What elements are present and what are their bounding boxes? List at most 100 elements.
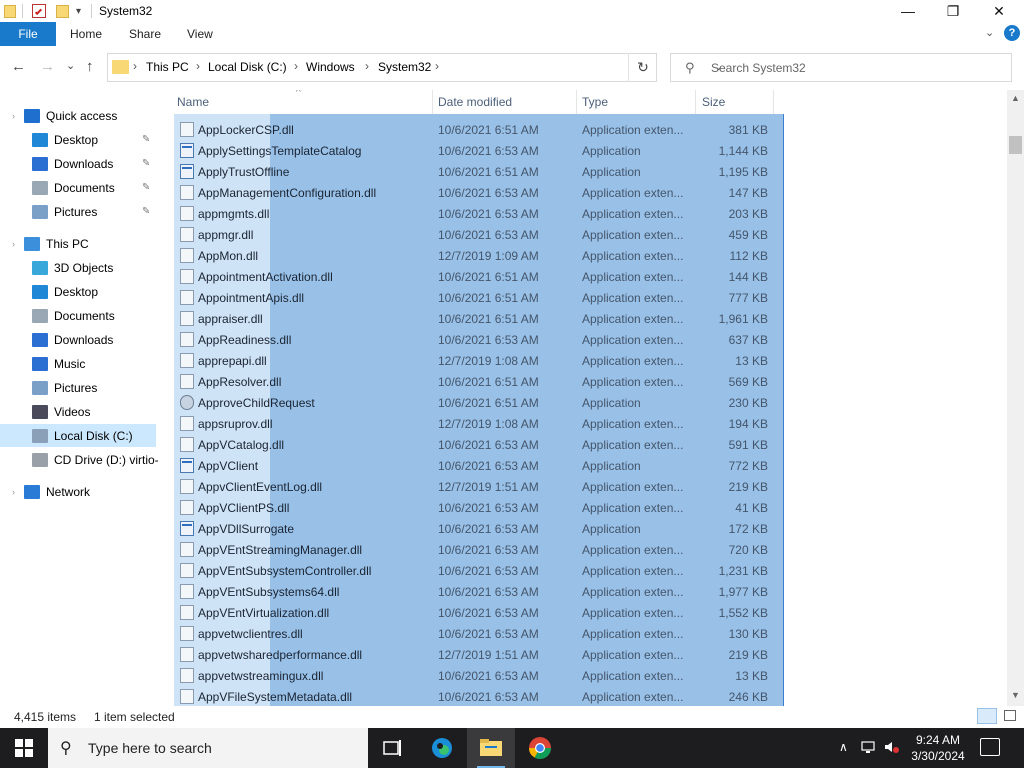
expand-chevron-icon[interactable]: › [12, 487, 15, 497]
file-date-modified: 10/6/2021 6:53 AM [438, 438, 539, 452]
scroll-down-arrow-icon[interactable]: ▼ [1011, 690, 1020, 700]
file-row[interactable]: AppLockerCSP.dll 10/6/2021 6:51 AM Applica… [174, 119, 774, 140]
file-row[interactable]: AppManagementConfiguration.dll 10/6/2021 … [174, 182, 774, 203]
address-bar[interactable]: › This PC › Local Disk (C:) › Windows › … [107, 53, 723, 82]
back-arrow-icon[interactable]: ← [11, 58, 26, 75]
nav-item-downloads[interactable]: Downloads ✎ [0, 152, 170, 175]
file-row[interactable]: apprepapi.dll 12/7/2019 1:08 AM Applicatio… [174, 350, 774, 371]
edge-icon[interactable] [418, 728, 466, 768]
column-header-date-modified[interactable]: Date modified [438, 95, 512, 109]
breadcrumb-local-disk[interactable]: Local Disk (C:) [208, 60, 287, 74]
file-date-modified: 10/6/2021 6:51 AM [438, 312, 539, 326]
file-row[interactable]: AppVEntSubsystemController.dll 10/6/2021 … [174, 560, 774, 581]
breadcrumb-system32[interactable]: System32 [378, 60, 431, 74]
file-row[interactable]: ApproveChildRequest 10/6/2021 6:51 AM Appl… [174, 392, 774, 413]
tab-share[interactable]: Share [129, 27, 161, 41]
column-header-type[interactable]: Type [582, 95, 608, 109]
nav-item-network[interactable]: › Network [0, 480, 170, 503]
taskbar-clock[interactable]: 9:24 AM 3/30/2024 [900, 732, 976, 764]
file-row[interactable]: ApplyTrustOffline 10/6/2021 6:51 AM Applic… [174, 161, 774, 182]
maximize-button[interactable]: ❐ [930, 0, 976, 22]
file-row[interactable]: AppVClient 10/6/2021 6:53 AM Application 77… [174, 455, 774, 476]
file-row[interactable]: appvetwclientres.dll 10/6/2021 6:53 AM App… [174, 623, 774, 644]
tab-view[interactable]: View [187, 27, 213, 41]
action-center-icon[interactable] [980, 738, 1000, 756]
taskbar-search-box[interactable]: ⚲ Type here to search [48, 728, 368, 768]
forward-arrow-icon[interactable]: → [40, 58, 55, 75]
scroll-up-arrow-icon[interactable]: ▲ [1011, 93, 1020, 103]
nav-item-desktop[interactable]: Desktop ✎ [0, 128, 170, 151]
file-row[interactable]: AppVEntVirtualization.dll 10/6/2021 6:53 … [174, 602, 774, 623]
expand-chevron-icon[interactable]: › [12, 239, 15, 249]
file-row[interactable]: AppVEntStreamingManager.dll 10/6/2021 6:5… [174, 539, 774, 560]
customize-quick-access-icon[interactable]: ▾ [76, 3, 81, 19]
show-hidden-icons-chevron-icon[interactable]: ∧ [839, 740, 848, 754]
file-row[interactable]: AppVEntSubsystems64.dll 10/6/2021 6:53 AM… [174, 581, 774, 602]
file-explorer-icon[interactable] [467, 728, 515, 768]
file-row[interactable]: AppResolver.dll 10/6/2021 6:51 AM Applicat… [174, 371, 774, 392]
network-status-icon[interactable] [861, 740, 877, 757]
file-row[interactable]: AppReadiness.dll 10/6/2021 6:53 AM Applica… [174, 329, 774, 350]
navigation-pane: › Quick access Desktop ✎ Downloads ✎ Documents… [0, 96, 170, 706]
nav-item-local-disk-c[interactable]: Local Disk (C:) [0, 424, 156, 447]
file-row[interactable]: appsruprov.dll 12/7/2019 1:08 AM Applicati… [174, 413, 774, 434]
clock-date: 3/30/2024 [911, 749, 965, 763]
file-row[interactable]: AppVFileSystemMetadata.dll 10/6/2021 6:53… [174, 686, 774, 706]
tab-file[interactable]: File [0, 22, 56, 46]
file-row[interactable]: AppointmentApis.dll 10/6/2021 6:51 AM Appl… [174, 287, 774, 308]
file-row[interactable]: AppMon.dll 12/7/2019 1:09 AM Application e… [174, 245, 774, 266]
recent-locations-chevron-icon[interactable]: ⌄ [66, 59, 75, 72]
nav-item-music[interactable]: Music [0, 352, 170, 375]
expand-ribbon-chevron-icon[interactable]: ⌄ [985, 26, 994, 39]
nav-item-cd-drive-d-virtio[interactable]: CD Drive (D:) virtio- [0, 448, 170, 471]
nav-item-documents[interactable]: Documents [0, 304, 170, 327]
nav-item-3d-objects[interactable]: 3D Objects [0, 256, 170, 279]
nav-item-desktop[interactable]: Desktop [0, 280, 170, 303]
file-row[interactable]: AppVDllSurrogate 10/6/2021 6:53 AM Applica… [174, 518, 774, 539]
new-folder-icon[interactable] [56, 3, 69, 19]
file-row[interactable]: appmgr.dll 10/6/2021 6:53 AM Application e… [174, 224, 774, 245]
scrollbar-thumb[interactable] [1009, 136, 1022, 154]
nav-item-pictures[interactable]: Pictures ✎ [0, 200, 170, 223]
tab-home[interactable]: Home [70, 27, 102, 41]
file-row[interactable]: appvetwstreamingux.dll 10/6/2021 6:53 AM A… [174, 665, 774, 686]
expand-chevron-icon[interactable]: › [12, 111, 15, 121]
minimize-button[interactable]: — [885, 0, 931, 22]
file-date-modified: 12/7/2019 1:08 AM [438, 354, 539, 368]
nav-item-downloads[interactable]: Downloads [0, 328, 170, 351]
nav-item-pictures[interactable]: Pictures [0, 376, 170, 399]
file-row[interactable]: appvetwsharedperformance.dll 12/7/2019 1:… [174, 644, 774, 665]
refresh-icon[interactable]: ↻ [628, 53, 657, 82]
large-icons-view-icon[interactable] [1000, 708, 1020, 724]
nav-item-documents[interactable]: Documents ✎ [0, 176, 170, 199]
close-button[interactable]: ✕ [976, 0, 1022, 22]
file-row[interactable]: ApplySettingsTemplateCatalog 10/6/2021 6:… [174, 140, 774, 161]
file-row[interactable]: appmgmts.dll 10/6/2021 6:53 AM Application… [174, 203, 774, 224]
file-row[interactable]: AppvClientEventLog.dll 12/7/2019 1:51 AM A… [174, 476, 774, 497]
search-input[interactable]: ⚲ Search System32 [670, 53, 1012, 82]
properties-icon[interactable] [32, 3, 46, 19]
file-row[interactable]: AppVCatalog.dll 10/6/2021 6:53 AM Applicat… [174, 434, 774, 455]
nav-item-label: Documents [54, 308, 115, 323]
breadcrumb-this-pc[interactable]: This PC [146, 60, 189, 74]
file-date-modified: 10/6/2021 6:53 AM [438, 333, 539, 347]
help-icon[interactable]: ? [1004, 25, 1020, 41]
nav-item-this-pc[interactable]: › This PC [0, 232, 170, 255]
chrome-icon[interactable] [516, 728, 564, 768]
column-header-name[interactable]: Name [177, 95, 209, 109]
column-header-size[interactable]: Size [702, 95, 725, 109]
nav-item-quick-access[interactable]: › Quick access [0, 104, 170, 127]
file-row[interactable]: AppVClientPS.dll 10/6/2021 6:53 AM Applica… [174, 497, 774, 518]
vertical-scrollbar[interactable]: ▲ ▼ [1007, 90, 1024, 706]
nav-item-videos[interactable]: Videos [0, 400, 170, 423]
details-view-icon[interactable] [977, 708, 997, 724]
file-row[interactable]: AppointmentActivation.dll 10/6/2021 6:51 … [174, 266, 774, 287]
dll-file-icon [180, 227, 194, 242]
task-view-icon[interactable] [368, 728, 416, 768]
volume-muted-icon[interactable] [884, 740, 900, 757]
breadcrumb-windows[interactable]: Windows [306, 60, 355, 74]
start-button[interactable] [0, 728, 48, 768]
up-arrow-icon[interactable]: ↑ [86, 58, 94, 75]
exe-file-icon [180, 521, 194, 536]
file-row[interactable]: appraiser.dll 10/6/2021 6:51 AM Applicatio… [174, 308, 774, 329]
